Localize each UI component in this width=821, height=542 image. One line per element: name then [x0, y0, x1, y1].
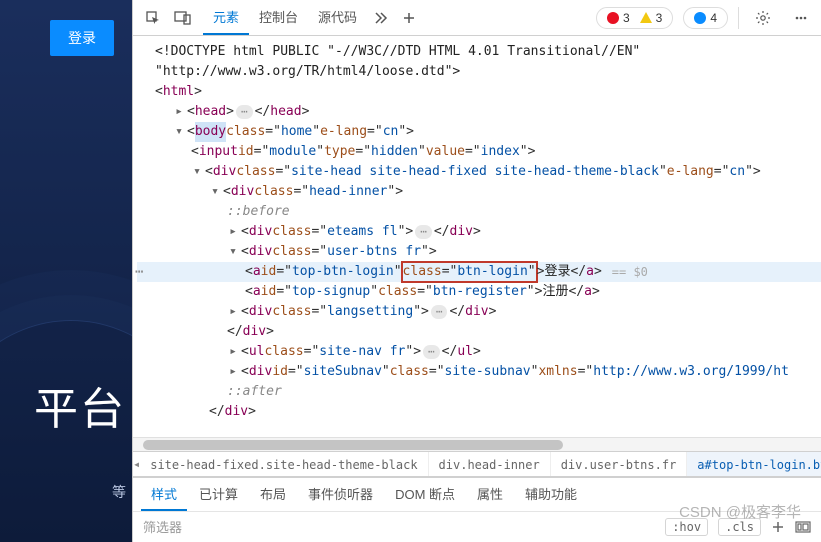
more-tabs-icon[interactable]	[367, 4, 395, 32]
styles-panel: 样式 已计算 布局 事件侦听器 DOM 断点 属性 辅助功能 :hov .cls	[133, 477, 821, 542]
tab-event-listeners[interactable]: 事件侦听器	[298, 479, 383, 511]
dom-node[interactable]: ▸<div class="eteams fl">⋯</div>	[137, 222, 821, 242]
collapse-icon[interactable]: ▾	[173, 122, 185, 142]
expand-icon[interactable]: ▸	[227, 302, 239, 322]
hero-subtext: 等	[112, 482, 126, 502]
styles-tabs: 样式 已计算 布局 事件侦听器 DOM 断点 属性 辅助功能	[133, 478, 821, 512]
dom-node-close[interactable]: </div>	[137, 402, 821, 422]
expand-icon[interactable]: ▸	[227, 342, 239, 362]
add-tab-icon[interactable]	[395, 4, 423, 32]
collapse-icon[interactable]: ▾	[191, 162, 203, 182]
devtools-panel: 元素 控制台 源代码 3 3 4	[132, 0, 821, 542]
scrollbar-thumb[interactable]	[143, 440, 563, 450]
divider	[738, 7, 739, 29]
breadcrumb-prev-icon[interactable]: ◂	[133, 457, 140, 471]
inspect-icon[interactable]	[139, 4, 167, 32]
website-preview: 登录 平台 等	[0, 0, 132, 542]
dom-node[interactable]: ▾<div class="user-btns fr">	[137, 242, 821, 262]
warning-count: 3	[656, 11, 663, 25]
dom-node[interactable]: ▸<div id="siteSubnav" class="site-subnav…	[137, 362, 821, 382]
breadcrumb-item[interactable]: div.head-inner	[429, 452, 551, 476]
breadcrumb-item[interactable]: div.user-btns.fr	[551, 452, 688, 476]
warning-icon	[640, 12, 652, 23]
expand-icon[interactable]: ▸	[173, 102, 185, 122]
tab-console[interactable]: 控制台	[249, 1, 308, 35]
dom-pseudo[interactable]: ::after	[137, 382, 821, 402]
dom-pseudo[interactable]: ::before	[137, 202, 821, 222]
devtools-toolbar: 元素 控制台 源代码 3 3 4	[133, 0, 821, 36]
ellipsis-icon[interactable]: ⋯	[236, 105, 253, 119]
tab-properties[interactable]: 属性	[467, 479, 513, 511]
doctype-line2: "http://www.w3.org/TR/html4/loose.dtd">	[155, 62, 460, 82]
tab-computed[interactable]: 已计算	[189, 479, 248, 511]
dom-node-close[interactable]: </div>	[137, 322, 821, 342]
tab-accessibility[interactable]: 辅助功能	[515, 479, 587, 511]
dom-node[interactable]: ▾<body class="home" e-lang="cn">	[137, 122, 821, 142]
dom-node-selected[interactable]: ⋯ <a id="top-btn-login" class="btn-login…	[137, 262, 821, 282]
dom-node[interactable]: ▸<ul class="site-nav fr">⋯</ul>	[137, 342, 821, 362]
dom-node[interactable]: ▾<div class="site-head site-head-fixed s…	[137, 162, 821, 182]
tab-elements[interactable]: 元素	[203, 1, 249, 35]
dom-node[interactable]: ▸<div class="langsetting">⋯</div>	[137, 302, 821, 322]
dom-node[interactable]: ▾<div class="head-inner">	[137, 182, 821, 202]
dom-node[interactable]: <a id="top-signup" class="btn-register">…	[137, 282, 821, 302]
dom-node[interactable]: ▸<head>⋯</head>	[137, 102, 821, 122]
hov-toggle[interactable]: :hov	[665, 518, 708, 536]
device-toggle-icon[interactable]	[169, 4, 197, 32]
expand-icon[interactable]: ▸	[227, 222, 239, 242]
horizontal-scrollbar[interactable]	[133, 437, 821, 451]
ellipsis-icon[interactable]: ⋯	[431, 305, 448, 319]
tab-sources[interactable]: 源代码	[308, 1, 367, 35]
collapse-icon[interactable]: ▾	[227, 242, 239, 262]
cls-toggle[interactable]: .cls	[718, 518, 761, 536]
breadcrumb-item[interactable]: site-head-fixed.site-head-theme-black	[140, 452, 428, 476]
dom-node[interactable]: <html>	[137, 82, 821, 102]
info-icon	[694, 12, 706, 24]
settings-icon[interactable]	[749, 4, 777, 32]
flex-icon[interactable]	[795, 521, 811, 533]
expand-icon[interactable]: ▸	[227, 362, 239, 382]
error-icon	[607, 12, 619, 24]
more-icon[interactable]	[787, 4, 815, 32]
dom-tree[interactable]: <!DOCTYPE html PUBLIC "-//W3C//DTD HTML …	[133, 36, 821, 437]
ellipsis-icon[interactable]: ⋯	[415, 225, 432, 239]
selected-marker-icon: ⋯	[135, 262, 143, 282]
new-rule-icon[interactable]	[771, 520, 785, 534]
dom-node[interactable]: <input id="module" type="hidden" value="…	[137, 142, 821, 162]
tab-layout[interactable]: 布局	[250, 479, 296, 511]
error-count: 3	[623, 11, 630, 25]
info-badge[interactable]: 4	[683, 7, 728, 29]
breadcrumb-item-active[interactable]: a#top-btn-login.btn-logi	[687, 452, 821, 476]
info-count: 4	[710, 11, 717, 25]
ellipsis-icon[interactable]: ⋯	[423, 345, 440, 359]
tab-styles[interactable]: 样式	[141, 479, 187, 511]
issues-badges[interactable]: 3 3	[596, 7, 673, 29]
devtools-tabs: 元素 控制台 源代码	[203, 1, 423, 35]
doctype-line: <!DOCTYPE html PUBLIC "-//W3C//DTD HTML …	[155, 42, 640, 62]
collapse-icon[interactable]: ▾	[209, 182, 221, 202]
breadcrumb: ◂ site-head-fixed.site-head-theme-black …	[133, 451, 821, 477]
tab-dom-breakpoints[interactable]: DOM 断点	[385, 479, 465, 511]
console-ref: == $0	[612, 262, 648, 282]
hero-text: 平台	[34, 373, 126, 437]
styles-filter-input[interactable]	[143, 520, 323, 535]
login-button[interactable]: 登录	[50, 20, 114, 56]
styles-filter-row: :hov .cls	[133, 512, 821, 542]
